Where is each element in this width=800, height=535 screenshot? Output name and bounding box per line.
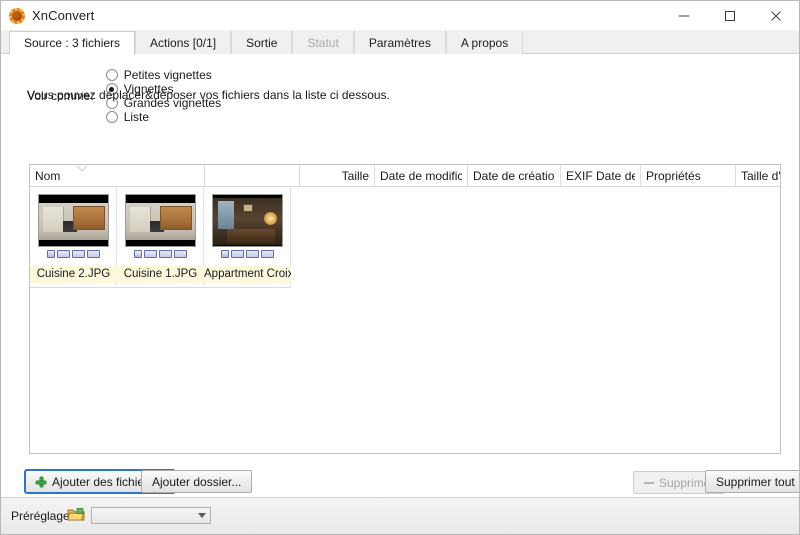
file-icon <box>46 250 55 258</box>
view-option-label: Liste <box>123 110 150 124</box>
column-header[interactable]: Nom <box>30 165 205 186</box>
xnconvert-logo-icon <box>9 7 25 24</box>
preset-select[interactable] <box>91 507 211 524</box>
view-option-label: Petites vignettes <box>123 68 212 82</box>
file-list-header: Nom Taille Date de modifica Date de créatio… <box>30 165 780 187</box>
plus-icon <box>36 476 46 487</box>
column-header[interactable]: EXIF Date de pris› <box>561 165 641 186</box>
file-name-label: Appartment Croix.. <box>204 266 291 283</box>
thumbnail-image <box>211 194 283 247</box>
column-header-label: Taille d'impressio <box>741 169 780 183</box>
column-header[interactable]: Date de création <box>468 165 561 186</box>
view-option-0[interactable]: Petites vignettes <box>105 68 221 82</box>
column-header-label: Taille <box>341 169 369 183</box>
column-header[interactable]: Taille <box>300 165 375 186</box>
exif-badge <box>173 250 187 258</box>
iptc-badge <box>158 250 172 258</box>
remove-all-label: Supprimer tout <box>716 474 795 489</box>
metadata-badges <box>46 250 100 258</box>
column-header[interactable]: Taille d'impressio <box>736 165 780 186</box>
tab-actions[interactable]: Actions [0/1] <box>135 31 232 54</box>
file-name-label: Cuisine 2.JPG <box>30 266 117 283</box>
column-header[interactable] <box>205 165 300 186</box>
radio-icon[interactable] <box>105 69 118 81</box>
iptc-badge <box>245 250 259 258</box>
minus-icon <box>644 478 654 488</box>
gps-badge <box>143 250 157 258</box>
thumbnail-image <box>124 194 196 247</box>
file-name-label: Cuisine 1.JPG <box>117 266 204 283</box>
column-header-label: Nom <box>35 169 61 183</box>
remove-all-button[interactable]: Supprimer tout <box>705 470 799 493</box>
column-header-label: Date de création <box>473 169 555 183</box>
column-header[interactable]: Propriétés <box>641 165 736 186</box>
file-thumbnail-item[interactable]: Cuisine 2.JPG <box>30 187 117 287</box>
file-list[interactable]: Nom Taille Date de modifica Date de créatio… <box>29 164 781 454</box>
tab-label: Statut <box>307 35 339 50</box>
close-button[interactable] <box>753 1 799 30</box>
xnconvert-window: XnConvert Source : 3 fichiers Actions [0/… <box>0 0 800 535</box>
file-list-body[interactable]: Cuisine 2.JPG Cuisine 1.JPG Appartment Cro… <box>30 187 780 453</box>
gps-badge <box>56 250 70 258</box>
tab-label: Paramètres <box>368 35 431 50</box>
metadata-badges <box>220 250 274 258</box>
tab-statut: Statut <box>292 31 354 54</box>
minimize-button[interactable] <box>661 1 707 30</box>
add-folder-button[interactable]: Ajouter dossier... <box>141 470 253 493</box>
add-folder-label: Ajouter dossier... <box>152 474 242 489</box>
tab-label: A propos <box>460 35 509 50</box>
tab-label: Sortie <box>246 35 278 50</box>
radio-icon[interactable] <box>105 111 118 123</box>
chevron-down-icon <box>198 513 206 518</box>
exif-badge <box>260 250 274 258</box>
tab-sortie[interactable]: Sortie <box>231 31 293 54</box>
window-controls <box>661 1 799 30</box>
open-folder-icon[interactable] <box>67 507 85 522</box>
metadata-badges <box>133 250 187 258</box>
sort-indicator-icon <box>76 165 88 172</box>
column-header[interactable]: Date de modifica <box>375 165 468 186</box>
tab-label: Actions [0/1] <box>150 35 217 50</box>
iptc-badge <box>71 250 85 258</box>
source-panel: Voir comme: Petites vignettes Vignettes Gr… <box>1 54 799 534</box>
file-thumbnail-item[interactable]: Appartment Croix.. <box>204 187 291 287</box>
exif-badge <box>86 250 100 258</box>
file-icon <box>133 250 142 258</box>
tab-source[interactable]: Source : 3 fichiers <box>9 31 136 55</box>
maximize-button[interactable] <box>707 1 753 30</box>
tab-bar: Source : 3 fichiers Actions [0/1] Sortie St… <box>1 30 799 55</box>
drop-hint-text: Vous pouvez déplacer&déposer vos fichier… <box>27 88 390 102</box>
window-title: XnConvert <box>32 8 95 23</box>
file-thumbnail-item[interactable]: Cuisine 1.JPG <box>117 187 204 287</box>
tab-parametres[interactable]: Paramètres <box>353 31 446 54</box>
bottom-bar: Préréglages: <box>1 497 799 534</box>
tab-label: Source : 3 fichiers <box>24 36 121 50</box>
gps-badge <box>230 250 244 258</box>
thumb-row-divider <box>30 287 291 288</box>
column-header-label: Date de modifica <box>380 169 462 183</box>
column-header-label: EXIF Date de pris› <box>566 169 635 183</box>
file-icon <box>220 250 229 258</box>
view-option-3[interactable]: Liste <box>105 110 221 124</box>
title-bar: XnConvert <box>1 1 799 30</box>
thumbnail-image <box>37 194 109 247</box>
column-header-label: Propriétés <box>646 169 701 183</box>
tab-apropos[interactable]: A propos <box>445 31 524 54</box>
